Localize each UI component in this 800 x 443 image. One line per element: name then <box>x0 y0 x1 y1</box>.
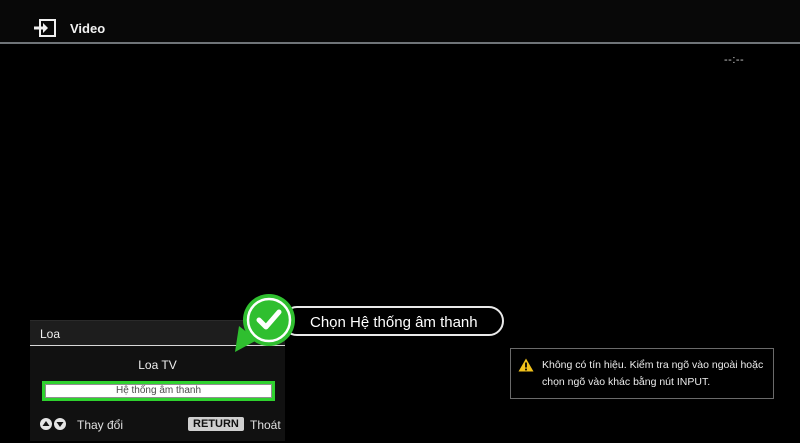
input-source-icon <box>34 19 56 37</box>
clock: --:-- <box>724 54 745 66</box>
return-button[interactable]: RETURN <box>188 417 244 431</box>
warning-icon <box>518 358 534 372</box>
option-audio-system-label: Hệ thống âm thanh <box>45 384 272 398</box>
option-audio-system[interactable]: Hệ thống âm thanh <box>42 381 275 401</box>
warning-message: Không có tín hiệu. Kiểm tra ngõ vào ngoà… <box>542 359 764 388</box>
exit-hint: Thoát <box>250 418 281 432</box>
menu-footer: Thay đổi RETURN Thoát <box>40 417 281 433</box>
no-signal-warning: Không có tín hiệu. Kiểm tra ngõ vào ngoà… <box>510 348 774 399</box>
top-bar: Video <box>0 0 800 44</box>
callout-bubble: Chọn Hệ thống âm thanh <box>282 306 504 336</box>
speaker-menu-title: Loa <box>40 327 61 341</box>
down-arrow-icon <box>54 418 66 430</box>
check-icon <box>235 294 295 352</box>
header-divider <box>0 42 800 44</box>
callout-text: Chọn Hệ thống âm thanh <box>310 314 478 331</box>
change-hint: Thay đổi <box>77 418 124 432</box>
input-title: Video <box>70 21 106 36</box>
up-arrow-icon <box>40 418 52 430</box>
option-tv-speaker[interactable]: Loa TV <box>30 358 285 372</box>
